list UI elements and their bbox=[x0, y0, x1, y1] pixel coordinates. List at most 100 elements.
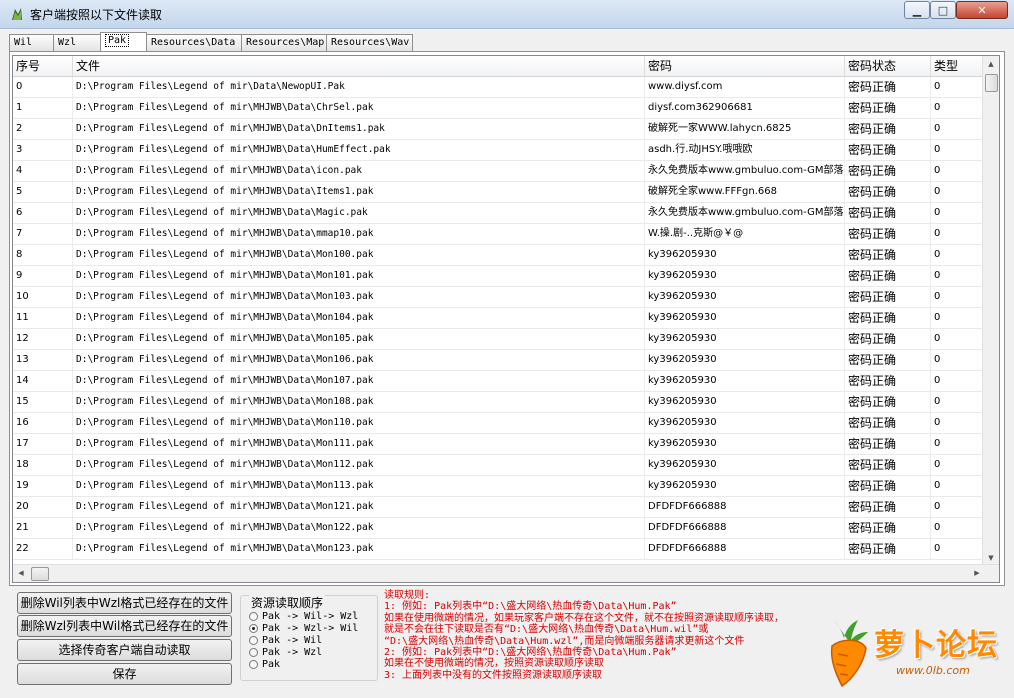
table-row[interactable]: 1 D:\Program Files\Legend of mir\MHJWB\Da… bbox=[13, 98, 985, 119]
cell-index: 12 bbox=[13, 329, 73, 349]
cell-file: D:\Program Files\Legend of mir\MHJWB\Dat… bbox=[73, 224, 645, 244]
cell-file: D:\Program Files\Legend of mir\MHJWB\Dat… bbox=[73, 539, 645, 559]
column-header-index[interactable]: 序号 bbox=[13, 56, 73, 76]
cell-password-status: 密码正确 bbox=[845, 161, 931, 181]
column-header-file[interactable]: 文件 bbox=[73, 56, 645, 76]
table-row[interactable]: 8 D:\Program Files\Legend of mir\MHJWB\Da… bbox=[13, 245, 985, 266]
watermark-logo: 萝卜论坛 www.0lb.com bbox=[824, 610, 1010, 696]
tab-label: Resources\Map bbox=[246, 37, 325, 48]
delete-wil-duplicates-button[interactable]: 删除Wil列表中Wzl格式已经存在的文件 bbox=[17, 592, 232, 614]
table-row[interactable]: 18 D:\Program Files\Legend of mir\MHJWB\D… bbox=[13, 455, 985, 476]
cell-file: D:\Program Files\Legend of mir\MHJWB\Dat… bbox=[73, 287, 645, 307]
tab-3[interactable]: Resources\Data bbox=[146, 34, 242, 51]
cell-password-status: 密码正确 bbox=[845, 518, 931, 538]
cell-index: 21 bbox=[13, 518, 73, 538]
cell-password: ky396205930 bbox=[645, 413, 845, 433]
table-row[interactable]: 19 D:\Program Files\Legend of mir\MHJWB\D… bbox=[13, 476, 985, 497]
table-row[interactable]: 0 D:\Program Files\Legend of mir\Data\New… bbox=[13, 77, 985, 98]
cell-type: 0 bbox=[931, 203, 985, 223]
maximize-icon: □ bbox=[937, 3, 949, 17]
column-header-password[interactable]: 密码 bbox=[645, 56, 845, 76]
column-header-password-status[interactable]: 密码状态 bbox=[845, 56, 931, 76]
vertical-scroll-thumb[interactable] bbox=[985, 74, 998, 92]
cell-password-status: 密码正确 bbox=[845, 203, 931, 223]
cell-index: 1 bbox=[13, 98, 73, 118]
cell-password-status: 密码正确 bbox=[845, 329, 931, 349]
table-row[interactable]: 4 D:\Program Files\Legend of mir\MHJWB\Da… bbox=[13, 161, 985, 182]
read-order-option-2[interactable]: Pak -> Wil bbox=[249, 634, 322, 646]
close-button[interactable]: ✕ bbox=[956, 1, 1008, 19]
cell-password-status: 密码正确 bbox=[845, 77, 931, 97]
table-row[interactable]: 12 D:\Program Files\Legend of mir\MHJWB\D… bbox=[13, 329, 985, 350]
cell-index: 19 bbox=[13, 476, 73, 496]
cell-password: DFDFDF666888 bbox=[645, 539, 845, 559]
cell-file: D:\Program Files\Legend of mir\MHJWB\Dat… bbox=[73, 455, 645, 475]
cell-type: 0 bbox=[931, 308, 985, 328]
cell-index: 7 bbox=[13, 224, 73, 244]
table-row[interactable]: 16 D:\Program Files\Legend of mir\MHJWB\D… bbox=[13, 413, 985, 434]
radio-icon[interactable] bbox=[249, 647, 258, 657]
cell-file: D:\Program Files\Legend of mir\MHJWB\Dat… bbox=[73, 182, 645, 202]
tab-1[interactable]: Wzl bbox=[53, 34, 101, 51]
file-list[interactable]: 序号 文件 密码 密码状态 类型 0 D:\Program Files\Legen… bbox=[12, 55, 1000, 583]
read-order-option-4[interactable]: Pak bbox=[249, 658, 280, 670]
cell-password-status: 密码正确 bbox=[845, 434, 931, 454]
radio-icon[interactable] bbox=[249, 659, 258, 669]
read-rules-text: 读取规则: 1: 例如: Pak列表中“D:\盛大网络\热血传奇\Data\Hum… bbox=[384, 590, 824, 681]
horizontal-scroll-thumb[interactable] bbox=[31, 567, 49, 581]
cell-index: 18 bbox=[13, 455, 73, 475]
scroll-up-icon[interactable]: ▲ bbox=[983, 56, 999, 72]
radio-icon[interactable] bbox=[249, 611, 258, 621]
tab-0[interactable]: Wil bbox=[9, 34, 54, 51]
read-order-option-0[interactable]: Pak -> Wil-> Wzl bbox=[249, 610, 358, 622]
cell-password-status: 密码正确 bbox=[845, 413, 931, 433]
column-header-type[interactable]: 类型 bbox=[931, 56, 985, 76]
table-row[interactable]: 5 D:\Program Files\Legend of mir\MHJWB\Da… bbox=[13, 182, 985, 203]
cell-password: DFDFDF666888 bbox=[645, 497, 845, 517]
table-row[interactable]: 9 D:\Program Files\Legend of mir\MHJWB\Da… bbox=[13, 266, 985, 287]
rule-line: 就是不会在往下读取是否有“D:\盛大网络\热血传奇\Data\Hum.wil”或 bbox=[384, 624, 709, 636]
read-order-group: 资源读取顺序 Pak -> Wil-> Wzl Pak -> Wzl-> Wil P… bbox=[240, 594, 378, 681]
table-row[interactable]: 13 D:\Program Files\Legend of mir\MHJWB\D… bbox=[13, 350, 985, 371]
radio-label: Pak -> Wzl bbox=[262, 646, 323, 658]
minimize-button[interactable]: ▁ bbox=[904, 1, 930, 19]
table-row[interactable]: 20 D:\Program Files\Legend of mir\MHJWB\D… bbox=[13, 497, 985, 518]
tab-2[interactable]: Pak bbox=[100, 32, 147, 51]
table-row[interactable]: 3 D:\Program Files\Legend of mir\MHJWB\Da… bbox=[13, 140, 985, 161]
vertical-scrollbar[interactable]: ▲ ▼ bbox=[982, 56, 999, 566]
delete-wzl-duplicates-button[interactable]: 删除Wzl列表中Wil格式已经存在的文件 bbox=[17, 615, 232, 637]
read-order-option-1[interactable]: Pak -> Wzl-> Wil bbox=[249, 622, 358, 634]
cell-password-status: 密码正确 bbox=[845, 539, 931, 559]
cell-type: 0 bbox=[931, 413, 985, 433]
cell-password-status: 密码正确 bbox=[845, 455, 931, 475]
table-row[interactable]: 7 D:\Program Files\Legend of mir\MHJWB\Da… bbox=[13, 224, 985, 245]
maximize-button[interactable]: □ bbox=[930, 1, 956, 19]
table-row[interactable]: 14 D:\Program Files\Legend of mir\MHJWB\D… bbox=[13, 371, 985, 392]
auto-read-client-button[interactable]: 选择传奇客户端自动读取 bbox=[17, 639, 232, 661]
table-row[interactable]: 22 D:\Program Files\Legend of mir\MHJWB\D… bbox=[13, 539, 985, 560]
table-row[interactable]: 2 D:\Program Files\Legend of mir\MHJWB\Da… bbox=[13, 119, 985, 140]
table-row[interactable]: 10 D:\Program Files\Legend of mir\MHJWB\D… bbox=[13, 287, 985, 308]
scroll-left-icon[interactable]: ◀ bbox=[13, 565, 29, 582]
table-row[interactable]: 11 D:\Program Files\Legend of mir\MHJWB\D… bbox=[13, 308, 985, 329]
save-button[interactable]: 保存 bbox=[17, 663, 232, 685]
cell-file: D:\Program Files\Legend of mir\MHJWB\Dat… bbox=[73, 413, 645, 433]
carrot-icon bbox=[830, 620, 868, 688]
scroll-right-icon[interactable]: ▶ bbox=[969, 565, 985, 582]
radio-icon[interactable] bbox=[249, 635, 258, 645]
radio-icon[interactable] bbox=[249, 623, 258, 633]
cell-type: 0 bbox=[931, 287, 985, 307]
table-row[interactable]: 17 D:\Program Files\Legend of mir\MHJWB\D… bbox=[13, 434, 985, 455]
table-row[interactable]: 21 D:\Program Files\Legend of mir\MHJWB\D… bbox=[13, 518, 985, 539]
table-row[interactable]: 15 D:\Program Files\Legend of mir\MHJWB\D… bbox=[13, 392, 985, 413]
read-order-option-3[interactable]: Pak -> Wzl bbox=[249, 646, 322, 658]
cell-file: D:\Program Files\Legend of mir\MHJWB\Dat… bbox=[73, 203, 645, 223]
table-row[interactable]: 6 D:\Program Files\Legend of mir\MHJWB\Da… bbox=[13, 203, 985, 224]
tab-4[interactable]: Resources\Map bbox=[241, 34, 327, 51]
tab-5[interactable]: Resources\Wav bbox=[326, 34, 413, 51]
tab-label: Pak bbox=[105, 34, 130, 47]
cell-password-status: 密码正确 bbox=[845, 245, 931, 265]
cell-password-status: 密码正确 bbox=[845, 308, 931, 328]
horizontal-scrollbar[interactable]: ◀ ▶ bbox=[13, 564, 999, 582]
radio-label: Pak -> Wil bbox=[262, 634, 323, 646]
